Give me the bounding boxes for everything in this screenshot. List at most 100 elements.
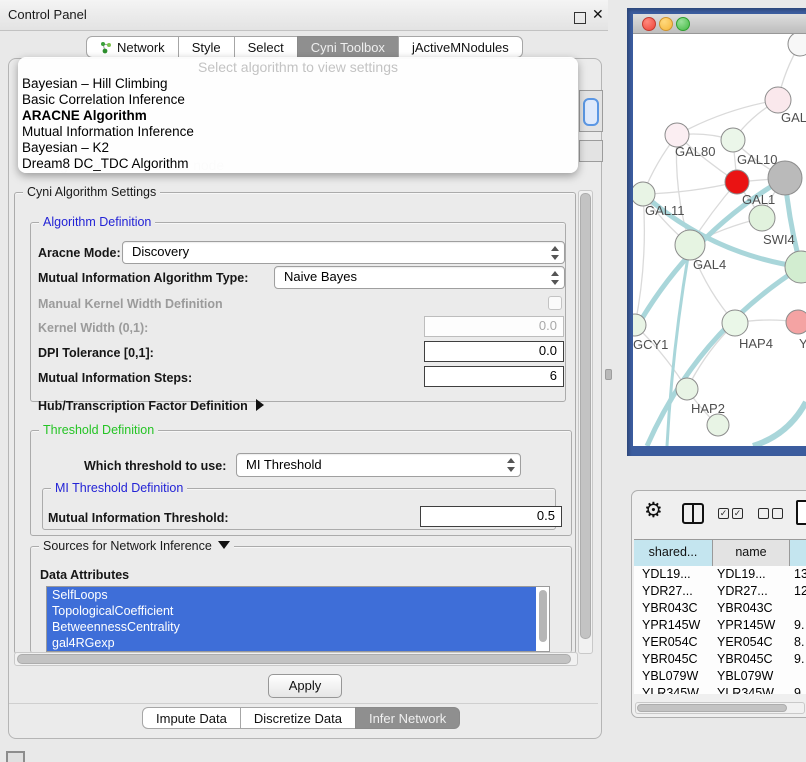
table-row[interactable]: YDR27...YDR27...12 (634, 583, 806, 600)
table-row[interactable]: YDL19...YDL19...13 (634, 566, 806, 583)
algorithm-option[interactable]: Dream8 DC_TDC Algorithm (18, 156, 578, 172)
table-cell: YDR27... (712, 583, 789, 600)
network-edge[interactable] (635, 194, 644, 325)
tab-impute-data[interactable]: Impute Data (142, 707, 241, 729)
tab-style[interactable]: Style (178, 36, 235, 58)
list-scrollbar-thumb[interactable] (539, 590, 547, 642)
control-panel-tabs: Network Style Select Cyni Toolbox jActiv… (86, 36, 523, 58)
document-icon[interactable] (796, 500, 806, 525)
column-header-partial[interactable] (790, 540, 806, 566)
table-row[interactable]: YBL079WYBL079W (634, 668, 806, 685)
which-threshold-combobox[interactable]: MI Threshold (236, 453, 521, 477)
tab-infer-network[interactable]: Infer Network (355, 707, 460, 729)
network-node-Y[interactable] (786, 310, 806, 334)
attribute-item[interactable]: TopologicalCoefficient (47, 603, 536, 619)
column-header-name[interactable]: name (713, 540, 790, 566)
tab-cyni-toolbox[interactable]: Cyni Toolbox (297, 36, 399, 58)
attribute-item[interactable]: gal4RGexp (47, 635, 536, 651)
control-panel-title: Control Panel (8, 7, 87, 22)
network-node-label: HAP2 (691, 401, 725, 416)
algorithm-option[interactable]: Basic Correlation Inference (18, 92, 578, 108)
tab-select[interactable]: Select (234, 36, 298, 58)
table-horizontal-scrollbar[interactable] (635, 702, 805, 714)
zoom-traffic-light-icon[interactable] (676, 17, 690, 31)
settings-vertical-scrollbar[interactable] (578, 190, 593, 654)
network-window-titlebar[interactable] (633, 14, 806, 34)
attribute-item[interactable]: BetweennessCentrality (47, 619, 536, 635)
network-node-GAL10[interactable] (721, 128, 745, 152)
table-cell: YPR145W (712, 617, 789, 634)
tab-discretize-data[interactable]: Discretize Data (240, 707, 356, 729)
unchecked-checkbox-icon[interactable] (758, 508, 769, 519)
tab-network[interactable]: Network (86, 36, 179, 58)
table-cell: YBR043C (712, 600, 789, 617)
network-edge[interactable] (635, 325, 687, 389)
application-window: Control Panel ✕ gal-filtered sif default… (0, 0, 806, 762)
expander-expanded-icon (218, 541, 230, 549)
table-cell: YLR345W (634, 685, 712, 694)
algorithm-option[interactable]: Mutual Information Inference (18, 124, 578, 140)
table-row[interactable]: YER054CYER054C8. (634, 634, 806, 651)
sources-group-title[interactable]: Sources for Network Inference (39, 539, 234, 553)
table-cell: 9. (789, 685, 806, 694)
checked-checkbox-icon[interactable]: ✓ (718, 508, 729, 519)
dpi-tolerance-field[interactable]: 0.0 (424, 341, 564, 362)
minimized-panel-icon[interactable] (6, 751, 25, 762)
close-icon[interactable]: ✕ (592, 6, 604, 23)
tab-infer-network-label: Infer Network (369, 708, 446, 729)
column-header-shared-name[interactable]: shared... (634, 540, 713, 566)
table-row[interactable]: YPR145WYPR145W9. (634, 617, 806, 634)
split-columns-icon[interactable] (682, 503, 704, 524)
tab-jactivemnodules-label: jActiveMNodules (412, 37, 509, 58)
tab-jactivemnodules[interactable]: jActiveMNodules (398, 36, 523, 58)
algorithm-option[interactable]: ARACNE Algorithm (18, 108, 578, 124)
mi-type-combobox[interactable]: Naive Bayes (274, 266, 565, 289)
network-canvas[interactable]: GALGAL80GAL10GAL1GAL11SWI4GAL4GCY1HAP4YH… (633, 34, 806, 446)
table-scrollbar-thumb[interactable] (637, 704, 787, 712)
table-row[interactable]: YBR045CYBR045C9. (634, 651, 806, 668)
close-traffic-light-icon[interactable] (642, 17, 656, 31)
network-node-HAP2[interactable] (676, 378, 698, 400)
table-cell: YER054C (634, 634, 712, 651)
network-node-HAP4[interactable] (722, 310, 748, 336)
gear-icon[interactable]: ⚙ (644, 498, 663, 523)
network-edge[interactable] (753, 402, 806, 446)
network-node-n-corner[interactable] (788, 34, 806, 56)
attribute-item[interactable]: SelfLoops (47, 587, 536, 603)
unchecked-checkbox-icon[interactable] (772, 508, 783, 519)
panel-splitter-handle[interactable] (605, 369, 612, 380)
data-attributes-label: Data Attributes (40, 568, 129, 582)
aracne-mode-combobox[interactable]: Discovery (122, 241, 565, 264)
horizontal-scrollbar-thumb[interactable] (17, 654, 571, 664)
data-attributes-list[interactable]: SelfLoopsTopologicalCoefficientBetweenne… (46, 586, 550, 652)
settings-horizontal-scrollbar[interactable] (14, 652, 578, 666)
threshold-definition-title: Threshold Definition (39, 423, 158, 437)
network-edge[interactable] (643, 182, 737, 194)
table-cell: YBR045C (712, 651, 789, 668)
algorithm-definition-title: Algorithm Definition (39, 215, 155, 229)
checked-checkbox-icon[interactable]: ✓ (732, 508, 743, 519)
table-row[interactable]: YBR043CYBR043C (634, 600, 806, 617)
float-window-icon[interactable] (574, 12, 586, 24)
kernel-width-field[interactable]: 0.0 (424, 316, 564, 337)
network-node-SWI4[interactable] (749, 205, 775, 231)
minimize-traffic-light-icon[interactable] (659, 17, 673, 31)
mi-steps-field[interactable]: 6 (424, 366, 564, 387)
apply-button[interactable]: Apply (268, 674, 342, 698)
network-node-GAL4[interactable] (675, 230, 705, 260)
hub-definition-expander[interactable]: Hub/Transcription Factor Definition (38, 399, 264, 413)
network-node-label: GAL11 (645, 203, 685, 218)
kernel-width-label: Kernel Width (0,1): (38, 321, 148, 335)
table-row[interactable]: YLR345WYLR345W9. (634, 685, 806, 694)
combo-spinner-icon (550, 271, 559, 285)
mi-threshold-field[interactable]: 0.5 (420, 506, 562, 527)
algorithm-option[interactable]: Bayesian – K2 (18, 140, 578, 156)
algorithm-option[interactable]: Bayesian – Hill Climbing (18, 76, 578, 92)
table-cell: YBL079W (634, 668, 712, 685)
manual-kernel-checkbox[interactable] (548, 296, 562, 310)
vertical-scrollbar-thumb[interactable] (580, 193, 591, 639)
network-node-n-bottom[interactable] (707, 414, 729, 436)
tab-style-label: Style (192, 37, 221, 58)
network-node-label: HAP4 (739, 336, 773, 351)
network-node-GAL1[interactable] (725, 170, 749, 194)
